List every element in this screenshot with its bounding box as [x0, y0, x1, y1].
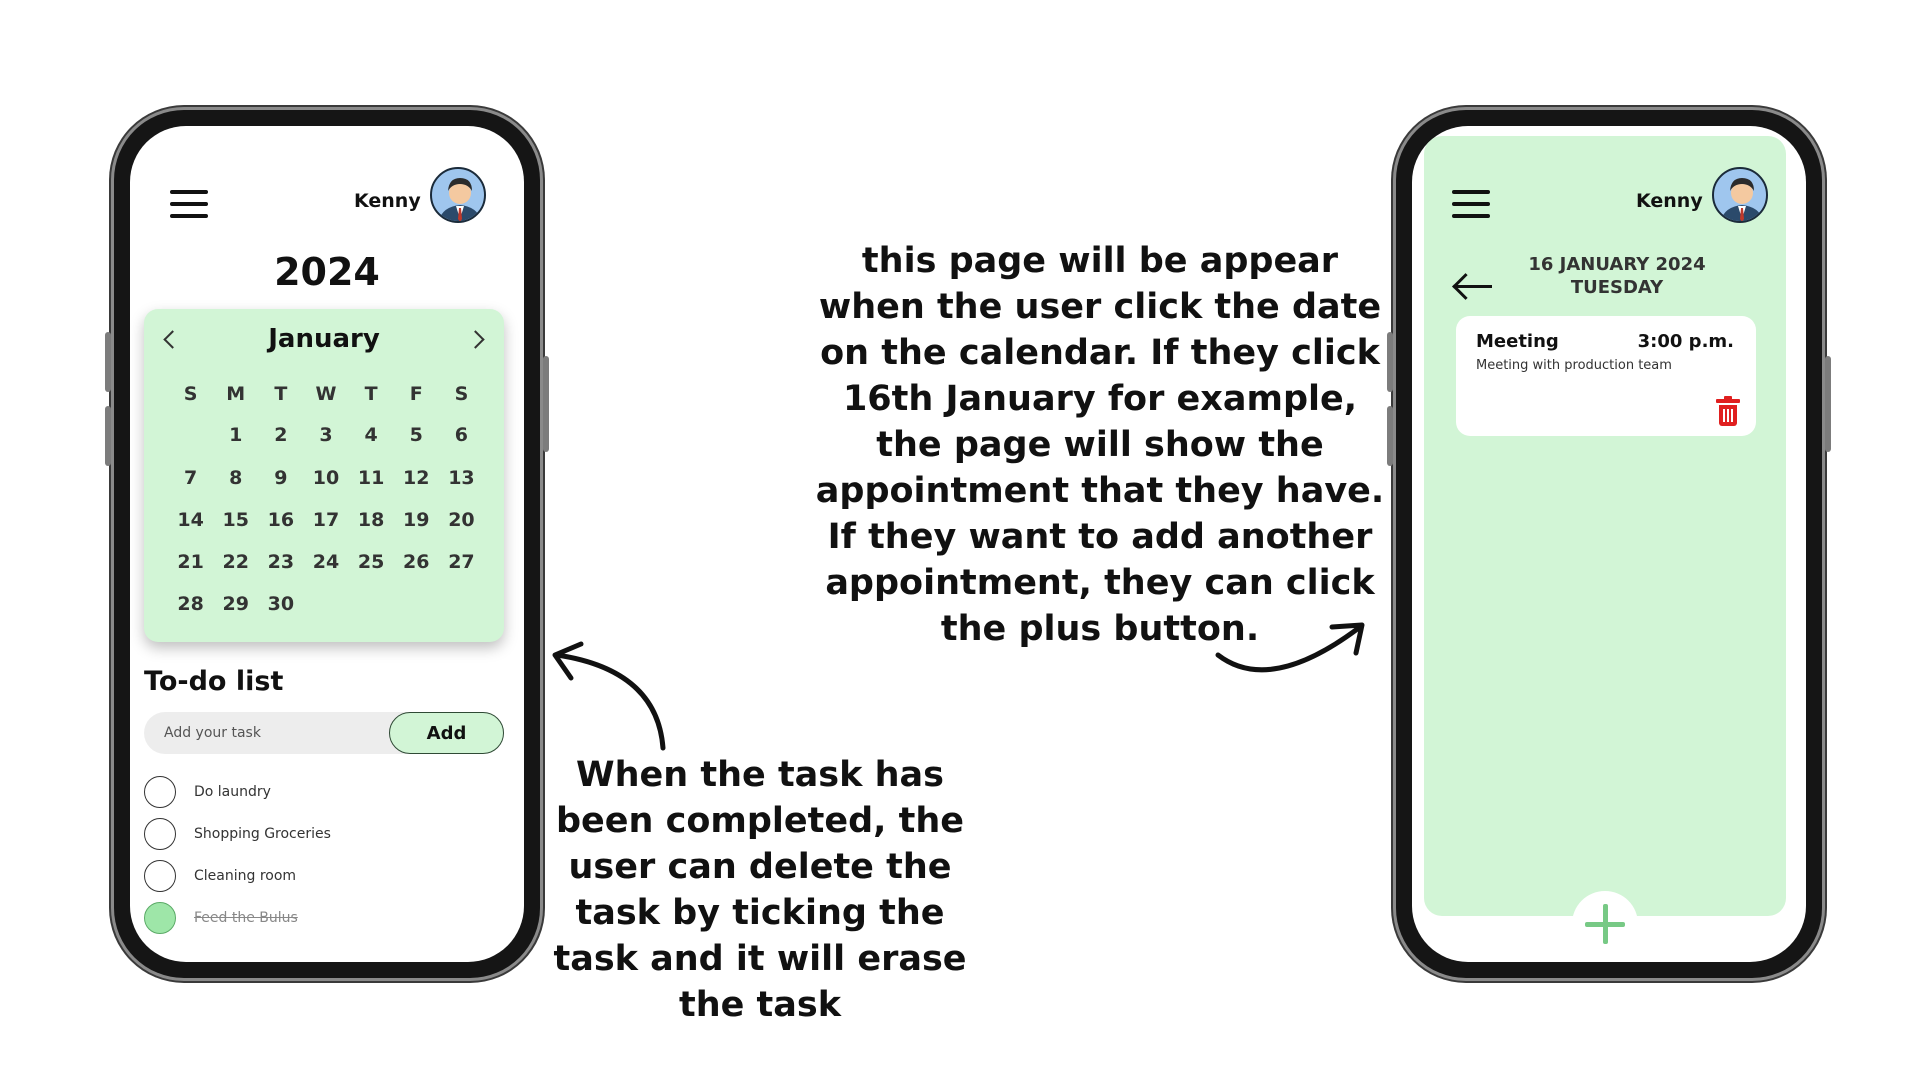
calendar-day[interactable]: 29 — [213, 593, 258, 615]
todo-item[interactable]: Shopping Groceries — [144, 817, 331, 851]
calendar-day[interactable]: 1 — [213, 424, 258, 446]
menu-icon[interactable] — [1452, 190, 1490, 218]
add-task-button[interactable]: Add — [389, 712, 504, 754]
calendar-day[interactable]: 6 — [439, 424, 484, 446]
back-arrow-icon[interactable] — [1452, 272, 1494, 302]
calendar-week: 1 2 3 4 5 6 — [168, 424, 484, 446]
year-title: 2024 — [274, 250, 380, 294]
calendar-day[interactable] — [168, 424, 213, 446]
task-checkbox[interactable] — [144, 818, 176, 850]
slide: Kenny 2024 January S M T W T F S 1 2 3 4… — [0, 0, 1920, 1080]
todo-item-label: Shopping Groceries — [194, 826, 331, 842]
annotation-appointment-page: this page will be appear when the user c… — [815, 241, 1385, 649]
weekday-label: T — [274, 383, 288, 405]
calendar-day[interactable]: 3 — [303, 424, 348, 446]
phone-right: Kenny 16 JANUARY 2024 TUESDAY Meeting 3:… — [1387, 110, 1831, 978]
menu-icon[interactable] — [170, 190, 208, 218]
appointment-title: Meeting — [1476, 331, 1559, 352]
calendar: January S M T W T F S 1 2 3 4 5 6 7 8 9 … — [144, 309, 504, 642]
calendar-day[interactable]: 7 — [168, 467, 213, 489]
calendar-day[interactable]: 25 — [349, 551, 394, 573]
calendar-day[interactable]: 2 — [258, 424, 303, 446]
phone-left: Kenny 2024 January S M T W T F S 1 2 3 4… — [105, 110, 549, 978]
weekday-header: S M T W T F S — [168, 383, 484, 405]
calendar-day[interactable]: 22 — [213, 551, 258, 573]
calendar-day[interactable] — [439, 593, 484, 615]
calendar-day[interactable]: 15 — [213, 509, 258, 531]
appointment-description: Meeting with production team — [1476, 358, 1672, 373]
task-checkbox[interactable] — [144, 860, 176, 892]
calendar-day[interactable]: 8 — [213, 467, 258, 489]
todo-item[interactable]: Cleaning room — [144, 859, 296, 893]
calendar-day[interactable]: 17 — [303, 509, 348, 531]
calendar-day[interactable]: 28 — [168, 593, 213, 615]
todo-item-completed[interactable]: Feed the Bulus — [144, 901, 298, 935]
calendar-day[interactable]: 4 — [349, 424, 394, 446]
calendar-day[interactable]: 10 — [303, 467, 348, 489]
weekday-label: W — [315, 383, 337, 405]
appointment-time: 3:00 p.m. — [1637, 331, 1734, 352]
weekday-label: F — [409, 383, 423, 405]
curved-arrow-left-icon — [552, 641, 666, 751]
weekday-label: M — [226, 383, 246, 405]
calendar-day[interactable]: 14 — [168, 509, 213, 531]
calendar-day[interactable]: 11 — [349, 467, 394, 489]
calendar-screen: Kenny 2024 January S M T W T F S 1 2 3 4… — [130, 126, 524, 962]
trash-icon[interactable] — [1716, 396, 1740, 426]
task-entry-bar: Add — [144, 712, 504, 754]
selected-date: 16 JANUARY 2024 — [1528, 254, 1706, 275]
calendar-day[interactable]: 13 — [439, 467, 484, 489]
calendar-day[interactable]: 5 — [394, 424, 439, 446]
calendar-day[interactable]: 21 — [168, 551, 213, 573]
weekday-label: S — [454, 383, 469, 405]
calendar-day[interactable] — [349, 593, 394, 615]
calendar-week: 28 29 30 — [168, 593, 484, 615]
todo-item-label: Cleaning room — [194, 868, 297, 884]
user-name: Kenny — [1636, 190, 1703, 212]
calendar-week: 7 8 9 10 11 12 13 — [168, 467, 484, 489]
calendar-day[interactable]: 16 — [258, 509, 303, 531]
calendar-week: 21 22 23 24 25 26 27 — [168, 551, 484, 573]
calendar-day[interactable]: 26 — [394, 551, 439, 573]
month-label: January — [268, 324, 380, 354]
calendar-day[interactable]: 27 — [439, 551, 484, 573]
task-checkbox[interactable] — [144, 776, 176, 808]
avatar[interactable] — [1712, 167, 1768, 223]
annotation-todo-delete: When the task has been completed, the us… — [553, 755, 967, 1025]
appointment-card[interactable]: Meeting 3:00 p.m. Meeting with productio… — [1456, 316, 1756, 436]
add-appointment-button[interactable] — [1572, 891, 1638, 957]
todo-item-label: Feed the Bulus — [194, 910, 298, 926]
calendar-day[interactable]: 24 — [303, 551, 348, 573]
month-header: January — [144, 319, 504, 359]
appointment-screen: Kenny 16 JANUARY 2024 TUESDAY Meeting 3:… — [1412, 126, 1806, 962]
weekday-label: S — [183, 383, 198, 405]
task-checkbox-checked[interactable] — [144, 902, 176, 934]
todo-title: To-do list — [144, 666, 284, 697]
calendar-day[interactable] — [303, 593, 348, 615]
weekday-label: T — [364, 383, 378, 405]
calendar-day[interactable]: 30 — [258, 593, 303, 615]
calendar-day[interactable]: 12 — [394, 467, 439, 489]
user-name: Kenny — [354, 190, 421, 212]
avatar[interactable] — [430, 167, 486, 223]
calendar-day[interactable]: 20 — [439, 509, 484, 531]
calendar-day[interactable]: 9 — [258, 467, 303, 489]
selected-weekday: TUESDAY — [1570, 277, 1664, 298]
calendar-week: 14 15 16 17 18 19 20 — [168, 509, 484, 531]
appointment-panel — [1424, 136, 1786, 916]
todo-item[interactable]: Do laundry — [144, 775, 271, 809]
todo-item-label: Do laundry — [194, 784, 271, 800]
task-input[interactable] — [144, 712, 394, 754]
calendar-day[interactable]: 18 — [349, 509, 394, 531]
calendar-day[interactable] — [394, 593, 439, 615]
calendar-day[interactable]: 23 — [258, 551, 303, 573]
calendar-day[interactable]: 19 — [394, 509, 439, 531]
curved-arrow-right-icon — [1215, 622, 1365, 673]
